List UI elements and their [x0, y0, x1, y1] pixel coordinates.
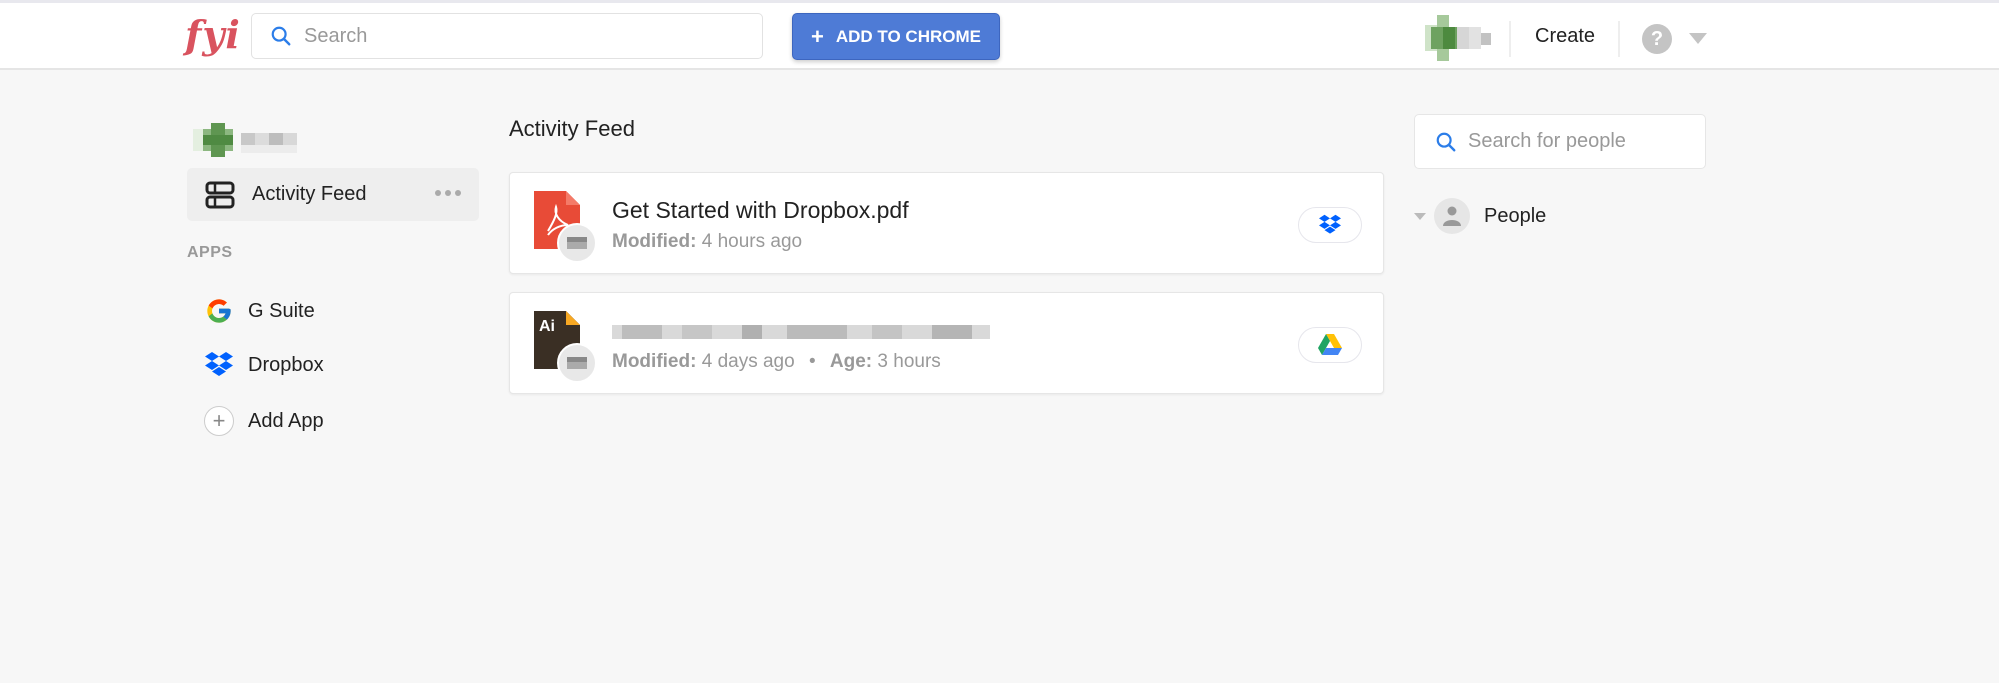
feed-item[interactable]: Get Started with Dropbox.pdf Modified: 4…	[509, 172, 1384, 274]
people-group-toggle[interactable]: People	[1414, 198, 1546, 234]
file-name[interactable]: Get Started with Dropbox.pdf	[612, 197, 909, 224]
top-bar: fyi Search + ADD TO CHROME Create ?	[0, 0, 1999, 70]
divider	[1618, 21, 1620, 57]
owner-avatar	[557, 343, 597, 383]
help-icon[interactable]: ?	[1642, 24, 1672, 54]
dropbox-icon	[204, 350, 234, 380]
apps-heading: APPS	[187, 244, 233, 261]
search-icon	[271, 26, 291, 46]
age-value: 3 hours	[877, 351, 941, 372]
chevron-down-icon[interactable]	[1689, 33, 1707, 44]
workspace-avatar[interactable]	[1417, 15, 1495, 61]
add-to-chrome-button[interactable]: + ADD TO CHROME	[792, 13, 1000, 60]
expand-triangle-icon[interactable]	[1414, 212, 1426, 220]
separator-dot: •	[808, 351, 816, 372]
search-input[interactable]: Search	[251, 13, 763, 59]
plus-icon: +	[204, 406, 234, 436]
page-title: Activity Feed	[509, 116, 635, 141]
people-search-input[interactable]: Search for people	[1414, 114, 1706, 169]
file-meta: Modified: 4 days ago • Age: 3 hours	[612, 351, 941, 373]
fyi-logo[interactable]: fyi	[185, 12, 241, 57]
app-label: G Suite	[248, 299, 315, 322]
more-options-icon[interactable]	[435, 190, 461, 196]
sidebar-item-g-suite[interactable]: G Suite	[204, 296, 315, 326]
dropbox-icon	[1319, 214, 1341, 234]
source-google-drive-button[interactable]	[1298, 327, 1362, 363]
google-icon	[204, 296, 234, 326]
search-icon	[1436, 132, 1456, 151]
search-placeholder: Search	[304, 24, 368, 47]
sidebar-item-activity-feed[interactable]: Activity Feed	[187, 168, 479, 221]
add-to-chrome-label: ADD TO CHROME	[835, 26, 981, 46]
modified-label: Modified:	[612, 351, 697, 372]
app-label: Dropbox	[248, 353, 324, 376]
app-label: Add App	[248, 409, 324, 432]
modified-label: Modified:	[612, 231, 697, 252]
add-app-button[interactable]: + Add App	[204, 406, 324, 436]
person-icon	[1434, 198, 1470, 234]
sidebar-item-dropbox[interactable]: Dropbox	[204, 350, 324, 380]
user-profile[interactable]	[193, 123, 308, 157]
people-search-placeholder: Search for people	[1468, 130, 1626, 152]
svg-text:Ai: Ai	[539, 318, 555, 335]
activity-feed-icon	[205, 181, 235, 208]
file-meta: Modified: 4 hours ago	[612, 231, 802, 253]
modified-value: 4 hours ago	[701, 231, 803, 252]
google-drive-icon	[1318, 334, 1342, 355]
sidebar-item-label: Activity Feed	[252, 183, 367, 205]
divider	[1509, 21, 1511, 57]
modified-value: 4 days ago	[701, 351, 795, 372]
source-dropbox-button[interactable]	[1298, 207, 1362, 243]
people-group-label: People	[1484, 204, 1547, 227]
create-button[interactable]: Create	[1535, 25, 1595, 48]
file-name-redacted[interactable]	[612, 321, 990, 343]
owner-avatar	[557, 223, 597, 263]
feed-item[interactable]: Ai Modified: 4 days ago • Age: 3 hours	[509, 292, 1384, 394]
age-label: Age:	[829, 351, 873, 372]
plus-icon: +	[811, 23, 824, 49]
